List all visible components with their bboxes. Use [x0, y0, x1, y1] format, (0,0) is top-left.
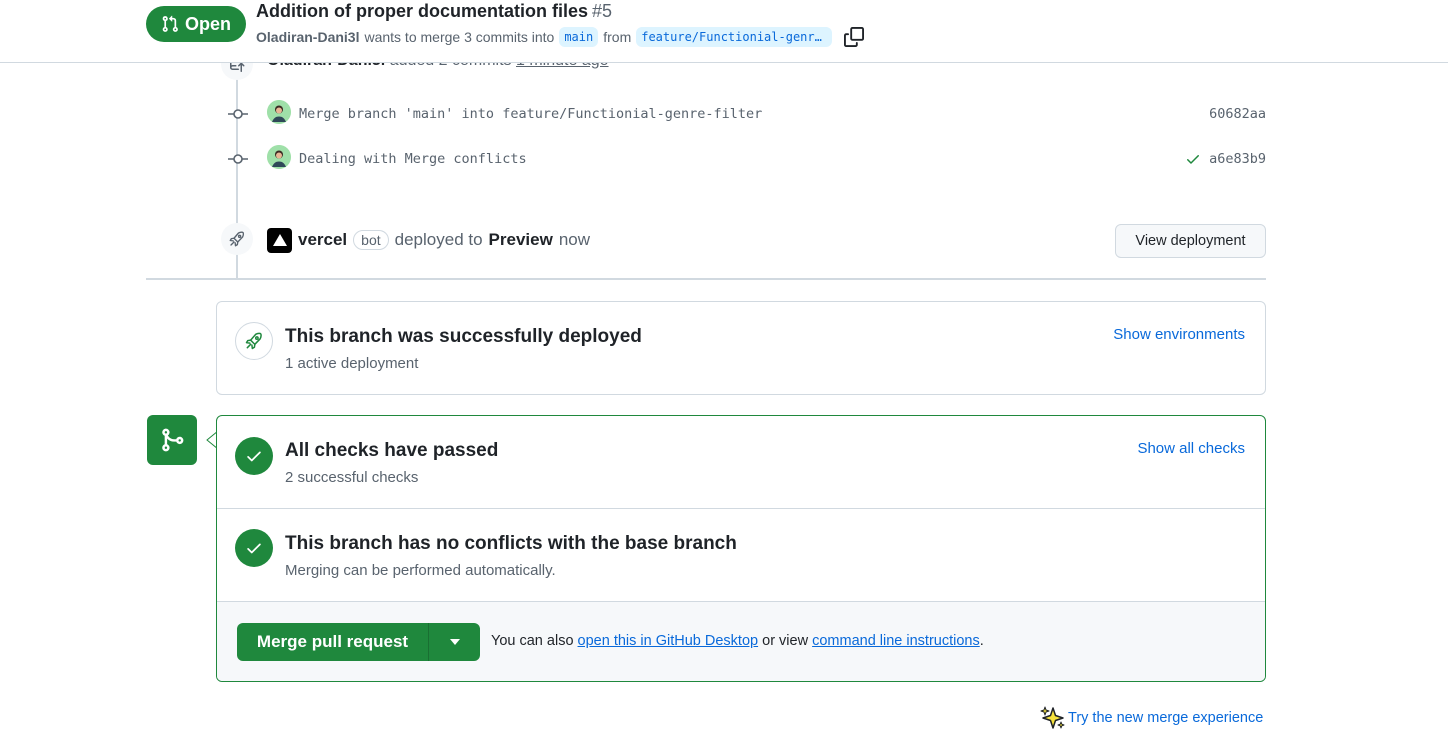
timeline-divider [146, 278, 1266, 280]
pr-meta-text: wants to merge 3 commits into [364, 29, 555, 45]
git-merge-icon [147, 415, 197, 465]
base-branch-tag[interactable]: main [559, 27, 599, 47]
commit-message-link[interactable]: Merge branch 'main' into feature/Functio… [299, 106, 762, 122]
commit-row: Merge branch 'main' into feature/Functio… [224, 100, 1266, 128]
check-circle-icon [235, 437, 273, 475]
merge-button-group: Merge pull request [237, 623, 480, 661]
copy-icon [844, 27, 865, 47]
git-commit-icon [224, 106, 252, 122]
deployment-environment: Preview [488, 230, 553, 249]
pr-from-text: from [603, 29, 632, 45]
merge-box: All checks have passed 2 successful chec… [216, 415, 1266, 682]
vercel-logo-icon[interactable] [267, 227, 292, 253]
pr-number: #5 [592, 1, 613, 21]
commit-author-avatar[interactable] [267, 100, 291, 124]
deployment-status-box: This branch was successfully deployed 1 … [216, 301, 1266, 395]
merge-hint-middle: or view [762, 633, 809, 649]
triangle-down-icon [449, 639, 460, 645]
rocket-icon [235, 322, 273, 360]
conflicts-subtitle: Merging can be performed automatically. [285, 562, 556, 579]
git-commit-icon [224, 151, 252, 167]
commit-message-link[interactable]: Dealing with Merge conflicts [299, 151, 527, 167]
merge-hint: You can also open this in GitHub Desktop… [491, 633, 984, 649]
pr-title: Addition of proper documentation files #5 [256, 1, 612, 22]
conflicts-title: This branch has no conflicts with the ba… [285, 533, 737, 554]
deployment-event: vercel bot deployed to Preview now [267, 227, 590, 253]
deployment-time[interactable]: now [559, 230, 590, 250]
copy-branch-button[interactable] [843, 26, 865, 48]
command-line-instructions-link[interactable]: command line instructions [812, 633, 980, 649]
deployment-box-title: This branch was successfully deployed [285, 326, 642, 347]
merge-hint-prefix: You can also [491, 633, 574, 649]
commit-sha-link[interactable]: a6e83b9 [1185, 151, 1266, 167]
pr-author-link[interactable]: Oladiran-Dani3l [256, 29, 359, 45]
pr-state-badge: Open [146, 6, 246, 42]
conflicts-section: This branch has no conflicts with the ba… [217, 509, 1265, 602]
github-desktop-link[interactable]: open this in GitHub Desktop [578, 633, 759, 649]
try-new-merge-label: Try the new merge experience [1068, 710, 1264, 726]
deployment-actor[interactable]: vercel [298, 230, 347, 250]
merge-hint-suffix: . [979, 633, 984, 649]
deployment-text: deployed to [394, 230, 483, 249]
merge-footer: Merge pull request You can also open thi… [217, 602, 1265, 681]
commit-sha-text: a6e83b9 [1209, 151, 1266, 167]
checks-section: All checks have passed 2 successful chec… [217, 416, 1265, 509]
rocket-icon [229, 231, 245, 247]
commit-author-avatar[interactable] [267, 145, 291, 169]
pr-sticky-header: Open Addition of proper documentation fi… [0, 0, 1448, 63]
try-new-merge-experience-link[interactable]: Try the new merge experience [1040, 705, 1263, 731]
show-all-checks-link[interactable]: Show all checks [1137, 440, 1245, 457]
bot-badge: bot [353, 230, 389, 250]
view-deployment-button[interactable]: View deployment [1115, 224, 1266, 258]
commit-sha-link[interactable]: 60682aa [1209, 106, 1266, 122]
deployment-box-subtitle: 1 active deployment [285, 355, 419, 372]
show-environments-link[interactable]: Show environments [1113, 326, 1245, 343]
pr-state-label: Open [184, 13, 231, 34]
rocket-icon-badge [221, 223, 253, 255]
git-pull-request-icon [162, 15, 178, 32]
checks-subtitle: 2 successful checks [285, 469, 419, 486]
pr-meta: Oladiran-Dani3l wants to merge 3 commits… [256, 26, 865, 48]
merge-method-dropdown[interactable] [429, 623, 480, 661]
check-icon[interactable] [1185, 151, 1201, 167]
commit-sha-text: 60682aa [1209, 106, 1266, 122]
pr-title-text: Addition of proper documentation files [256, 1, 588, 21]
checks-title: All checks have passed [285, 440, 499, 461]
sparkles-icon [1040, 706, 1065, 729]
check-circle-icon [235, 529, 273, 567]
commit-row: Dealing with Merge conflicts a6e83b9 [224, 145, 1266, 173]
head-branch-tag[interactable]: feature/Functionial-genre-filter [636, 27, 833, 47]
merge-pull-request-button[interactable]: Merge pull request [237, 623, 429, 661]
